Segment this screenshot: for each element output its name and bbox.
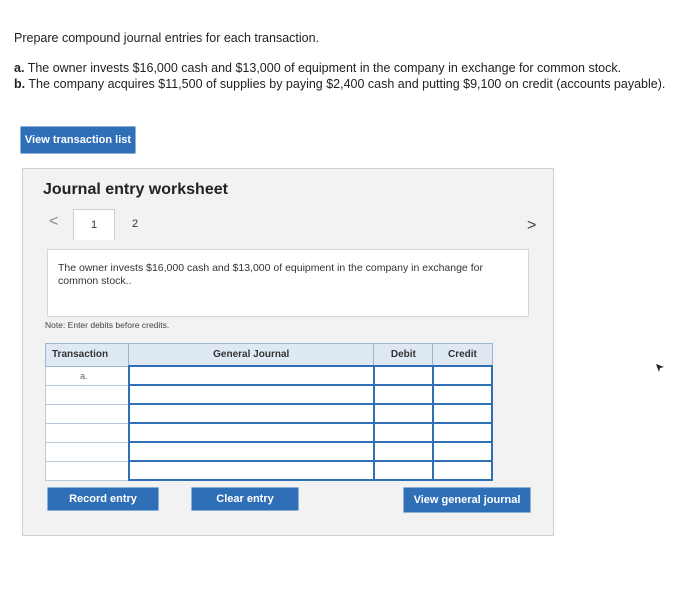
instructions: Prepare compound journal entries for eac…	[14, 30, 694, 92]
credit-input[interactable]	[431, 365, 494, 386]
debit-input[interactable]	[372, 384, 434, 405]
header-credit: Credit	[432, 343, 493, 367]
chevron-right-icon[interactable]: >	[527, 217, 536, 235]
credit-input[interactable]	[431, 460, 494, 481]
worksheet-title: Journal entry worksheet	[43, 181, 228, 198]
general-journal-input[interactable]	[127, 403, 375, 424]
note-text: Note: Enter debits before credits.	[45, 320, 170, 330]
debit-input[interactable]	[372, 422, 434, 443]
transaction-a-letter: a.	[14, 61, 25, 75]
debit-input[interactable]	[372, 365, 434, 386]
transaction-b-letter: b.	[14, 77, 26, 91]
chevron-left-icon[interactable]: <	[49, 213, 58, 231]
header-debit: Debit	[373, 343, 434, 367]
transaction-a: a. The owner invests $16,000 cash and $1…	[14, 60, 694, 76]
view-general-journal-button[interactable]: View general journal	[403, 487, 531, 513]
transaction-b-text: The company acquires $11,500 of supplies…	[28, 77, 666, 91]
table-row	[44, 441, 494, 462]
transaction-cell	[44, 441, 130, 462]
instructions-prompt: Prepare compound journal entries for eac…	[14, 31, 320, 45]
transaction-cell	[44, 460, 130, 481]
general-journal-input[interactable]	[127, 384, 375, 405]
transaction-description-box: The owner invests $16,000 cash and $13,0…	[47, 249, 529, 317]
table-row	[44, 460, 494, 481]
worksheet-page-tabs: 1 2	[73, 209, 155, 240]
transaction-cell	[44, 403, 130, 424]
transaction-description: The owner invests $16,000 cash and $13,0…	[58, 262, 483, 287]
record-entry-button[interactable]: Record entry	[47, 487, 159, 511]
mouse-cursor-icon	[656, 364, 664, 372]
credit-input[interactable]	[431, 422, 494, 443]
header-general-journal: General Journal	[128, 343, 375, 367]
table-row	[44, 384, 494, 405]
table-row	[44, 403, 494, 424]
journal-table-header: Transaction General Journal Debit Credit	[44, 343, 493, 367]
journal-entry-worksheet: Journal entry worksheet < 1 2 > The owne…	[22, 168, 554, 536]
general-journal-input[interactable]	[127, 365, 375, 386]
transaction-cell: a.	[44, 365, 130, 386]
worksheet-tab-1[interactable]: 1	[73, 209, 115, 240]
debit-input[interactable]	[372, 403, 434, 424]
clear-entry-button[interactable]: Clear entry	[191, 487, 299, 511]
credit-input[interactable]	[431, 403, 494, 424]
general-journal-input[interactable]	[127, 422, 375, 443]
debit-input[interactable]	[372, 441, 434, 462]
debit-input[interactable]	[372, 460, 434, 481]
worksheet-tab-2[interactable]: 2	[115, 209, 155, 239]
general-journal-input[interactable]	[127, 460, 375, 481]
credit-input[interactable]	[431, 441, 494, 462]
journal-table: Transaction General Journal Debit Credit…	[44, 343, 494, 481]
view-transaction-list-button[interactable]: View transaction list	[20, 126, 136, 154]
transaction-cell	[44, 384, 130, 405]
header-transaction: Transaction	[44, 343, 130, 367]
transaction-cell	[44, 422, 130, 443]
transaction-b: b. The company acquires $11,500 of suppl…	[14, 76, 694, 92]
table-row	[44, 422, 494, 443]
credit-input[interactable]	[431, 384, 494, 405]
general-journal-input[interactable]	[127, 441, 375, 462]
table-row: a.	[44, 365, 494, 386]
transaction-a-text: The owner invests $16,000 cash and $13,0…	[27, 61, 622, 75]
